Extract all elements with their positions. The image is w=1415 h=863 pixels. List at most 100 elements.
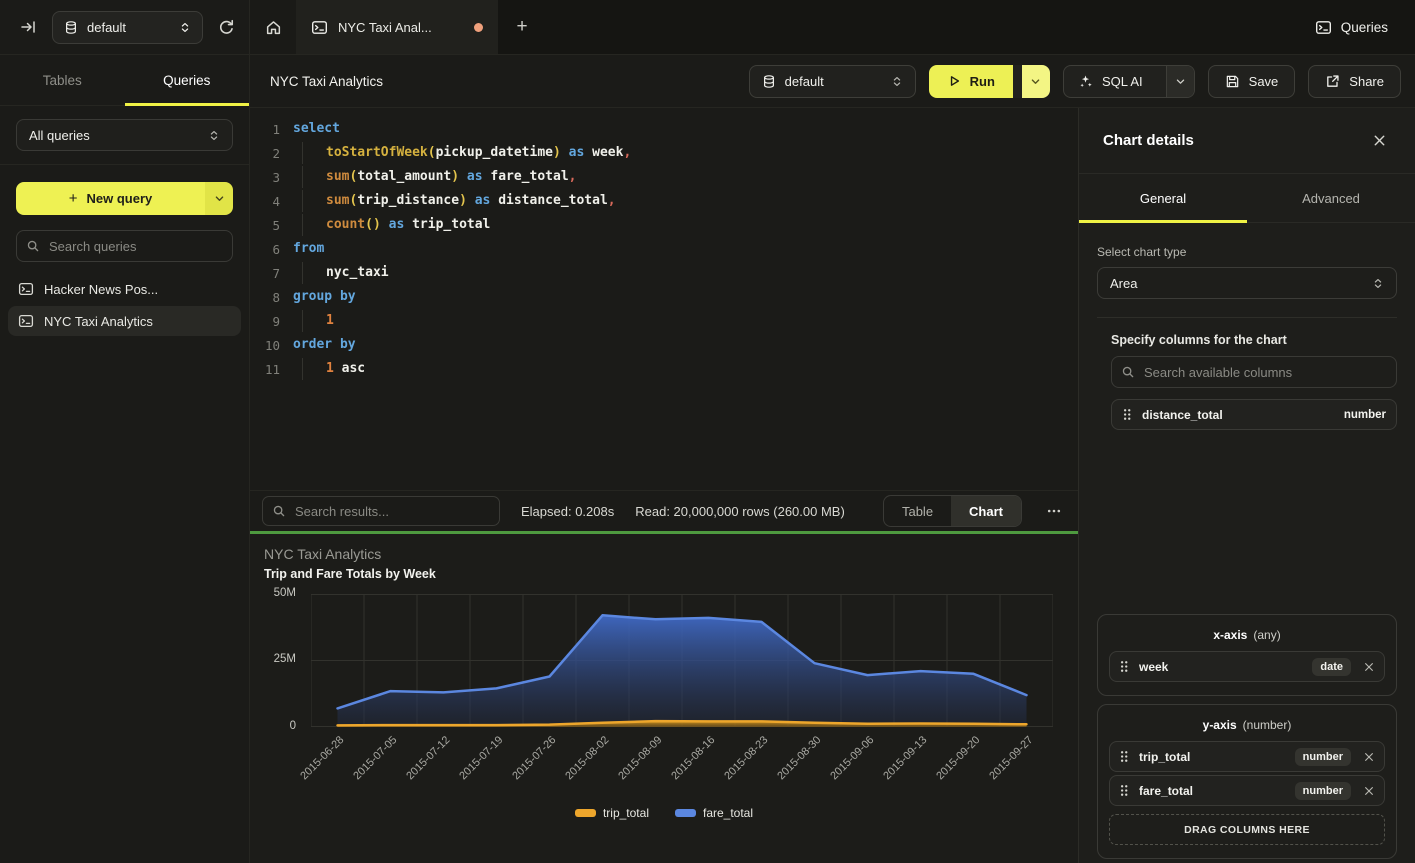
- new-query-dropdown[interactable]: [205, 182, 233, 215]
- editor-line[interactable]: 5count() as trip_total: [250, 213, 1078, 237]
- y-axis-column-trip-total[interactable]: trip_total number: [1109, 741, 1385, 772]
- code-text: count() as trip_total: [293, 213, 490, 237]
- share-button[interactable]: Share: [1308, 65, 1401, 98]
- results-bar: Elapsed: 0.208s Read: 20,000,000 rows (2…: [250, 490, 1078, 531]
- column-name: week: [1139, 660, 1302, 674]
- query-filter-select[interactable]: All queries: [16, 119, 233, 151]
- tab-advanced[interactable]: Advanced: [1247, 174, 1415, 222]
- collapse-sidebar-icon[interactable]: [20, 19, 37, 35]
- editor-line[interactable]: 6from: [250, 237, 1078, 261]
- editor-line[interactable]: 3sum(total_amount) as fare_total,: [250, 165, 1078, 189]
- line-number: 3: [250, 170, 280, 185]
- drag-handle-icon[interactable]: [1122, 407, 1132, 422]
- run-database-selector[interactable]: default: [749, 65, 916, 98]
- terminal-icon: [1315, 19, 1332, 36]
- sql-ai-button[interactable]: SQL AI: [1063, 65, 1195, 98]
- available-column-distance-total[interactable]: distance_total number: [1111, 399, 1397, 430]
- panel-header: Chart details: [1079, 108, 1415, 174]
- drag-handle-icon[interactable]: [1119, 783, 1129, 798]
- remove-column-icon[interactable]: [1363, 751, 1375, 763]
- y-tick-label: 0: [254, 720, 296, 732]
- queries-link[interactable]: Queries: [1315, 0, 1415, 54]
- line-number: 4: [250, 194, 280, 209]
- query-list-item[interactable]: Hacker News Pos...: [8, 274, 241, 304]
- editor-line[interactable]: 10 order by: [250, 333, 1078, 357]
- read-stat: Read: 20,000,000 rows (260.00 MB): [635, 504, 845, 519]
- editor-line[interactable]: 2toStartOfWeek(pickup_datetime) as week,: [250, 141, 1078, 165]
- plus-icon: +: [69, 190, 78, 207]
- editor-line[interactable]: 8group by: [250, 285, 1078, 309]
- chart-legend: trip_total fare_total: [250, 806, 1078, 820]
- area-chart-plot[interactable]: [311, 594, 1053, 727]
- sidebar-tab-queries[interactable]: Queries: [125, 55, 250, 105]
- save-button[interactable]: Save: [1208, 65, 1296, 98]
- editor-line[interactable]: 4sum(trip_distance) as distance_total,: [250, 189, 1078, 213]
- remove-column-icon[interactable]: [1363, 661, 1375, 673]
- code-text: order by: [293, 333, 356, 357]
- x-axis-label: 2015-08-09: [616, 734, 664, 782]
- query-filter-section: All queries: [0, 106, 249, 165]
- results-search-input[interactable]: [262, 496, 500, 526]
- editor-line[interactable]: 7nyc_taxi: [250, 261, 1078, 285]
- sidebar-tab-tables[interactable]: Tables: [0, 55, 125, 105]
- run-button-main[interactable]: Run: [929, 65, 1013, 98]
- close-icon[interactable]: [1372, 133, 1387, 148]
- column-name: fare_total: [1139, 784, 1285, 798]
- x-axis-box: x-axis (any) week date: [1097, 614, 1397, 696]
- tab-general[interactable]: General: [1079, 174, 1247, 222]
- home-button[interactable]: [250, 0, 296, 54]
- line-number: 6: [250, 242, 280, 257]
- sql-editor[interactable]: 1select2toStartOfWeek(pickup_datetime) a…: [250, 108, 1078, 490]
- new-tab-button[interactable]: +: [498, 0, 546, 54]
- y-axis-hint: (number): [1243, 718, 1292, 732]
- new-query-button[interactable]: +New query: [16, 182, 233, 215]
- editor-line[interactable]: 111 asc: [250, 357, 1078, 381]
- line-number: 10: [250, 338, 280, 353]
- sql-ai-dropdown[interactable]: [1166, 66, 1194, 97]
- editor-line[interactable]: 91: [250, 309, 1078, 333]
- code-text: 1: [293, 309, 334, 333]
- unsaved-dot: [474, 23, 483, 32]
- y-axis-box: y-axis (number) trip_total number: [1097, 704, 1397, 859]
- y-axis-column-fare-total[interactable]: fare_total number: [1109, 775, 1385, 806]
- sql-ai-main[interactable]: SQL AI: [1064, 66, 1157, 97]
- refresh-icon[interactable]: [218, 19, 235, 36]
- legend-item-fare_total[interactable]: fare_total: [675, 806, 753, 820]
- new-query-button-main[interactable]: +New query: [16, 182, 205, 215]
- legend-item-trip_total[interactable]: trip_total: [575, 806, 649, 820]
- save-button-label: Save: [1249, 74, 1279, 89]
- editor-line[interactable]: 1select: [250, 117, 1078, 141]
- view-toggle-chart[interactable]: Chart: [951, 496, 1021, 526]
- search-icon: [26, 239, 40, 253]
- x-axis-column-week[interactable]: week date: [1109, 651, 1385, 682]
- run-button[interactable]: Run: [929, 65, 1050, 98]
- query-search-section: [0, 215, 249, 262]
- query-list-item[interactable]: NYC Taxi Analytics: [8, 306, 241, 336]
- chart-type-value: Area: [1110, 276, 1372, 291]
- column-type-badge: date: [1312, 658, 1351, 676]
- code-text: 1 asc: [293, 357, 365, 381]
- run-options-dropdown[interactable]: [1022, 65, 1050, 98]
- queries-link-label: Queries: [1341, 20, 1388, 35]
- tab-strip: NYC Taxi Anal... + Queries: [250, 0, 1415, 54]
- remove-column-icon[interactable]: [1363, 785, 1375, 797]
- center-panel: 1select2toStartOfWeek(pickup_datetime) a…: [250, 108, 1078, 863]
- more-options-icon[interactable]: [1043, 503, 1065, 519]
- x-axis-label: 2015-07-05: [351, 734, 399, 782]
- chart-type-select[interactable]: Area: [1097, 267, 1397, 299]
- x-axis-label: 2015-08-02: [563, 734, 611, 782]
- drop-zone[interactable]: DRAG COLUMNS HERE: [1109, 814, 1385, 845]
- column-name: distance_total: [1142, 408, 1334, 422]
- chevron-updown-icon: [179, 21, 191, 34]
- sql-console-app: default NYC Taxi Anal... +: [0, 0, 1415, 863]
- view-toggle-table[interactable]: Table: [884, 496, 951, 526]
- tab-nyc-taxi-analytics[interactable]: NYC Taxi Anal...: [296, 0, 498, 54]
- x-axis-hint: (any): [1253, 628, 1280, 642]
- drag-handle-icon[interactable]: [1119, 659, 1129, 674]
- chart-type-label: Select chart type: [1097, 245, 1397, 259]
- columns-search-input[interactable]: [1111, 356, 1397, 388]
- drag-handle-icon[interactable]: [1119, 749, 1129, 764]
- y-axis-label: y-axis: [1203, 718, 1237, 732]
- database-selector[interactable]: default: [52, 11, 203, 44]
- query-search-input[interactable]: [16, 230, 233, 262]
